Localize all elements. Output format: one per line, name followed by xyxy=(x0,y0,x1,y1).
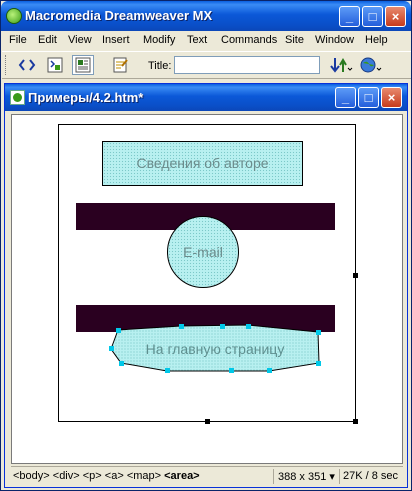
window-size-value: 388 x 351 xyxy=(278,471,327,483)
status-divider xyxy=(273,469,274,484)
menu-text[interactable]: Text xyxy=(187,34,207,46)
menu-commands[interactable]: Commands xyxy=(221,34,277,46)
close-button[interactable]: × xyxy=(385,6,406,27)
email-hotspot-label: E-mail xyxy=(183,244,223,260)
tag-body[interactable]: <body> xyxy=(13,470,50,482)
document-icon xyxy=(10,90,25,105)
doc-maximize-button[interactable]: □ xyxy=(358,87,379,108)
toolbar-grip[interactable] xyxy=(5,55,8,75)
tag-map[interactable]: <map> xyxy=(127,470,161,482)
email-hotspot[interactable]: E-mail xyxy=(167,216,239,288)
split-view-icon[interactable] xyxy=(44,55,66,75)
menu-insert[interactable]: Insert xyxy=(102,34,130,46)
chevron-down-icon: ▾ xyxy=(329,471,335,483)
preview-in-browser-icon[interactable] xyxy=(358,55,382,75)
menu-site[interactable]: Site xyxy=(285,34,304,46)
design-view-icon[interactable] xyxy=(72,55,94,75)
menu-bar: File Edit View Insert Modify Text Comman… xyxy=(2,31,411,50)
author-hotspot-label: Сведения об авторе xyxy=(136,155,269,171)
image-map[interactable]: Сведения об авторе E-mail На главную стр… xyxy=(58,124,358,424)
minimize-button[interactable]: _ xyxy=(339,6,360,27)
tag-area-current[interactable]: <area> xyxy=(164,470,199,482)
menu-window[interactable]: Window xyxy=(315,34,354,46)
app-title: Macromedia Dreamweaver MX xyxy=(25,8,213,23)
home-hotspot-label: На главную страницу xyxy=(145,341,285,357)
download-size: 27K / 8 sec xyxy=(343,470,399,482)
window-size-popup[interactable]: 388 x 351 ▾ xyxy=(278,470,335,483)
tag-selector[interactable]: <body> <div> <p> <a> <map> <area> xyxy=(13,470,200,482)
title-label: Title: xyxy=(148,60,172,72)
app-title-bar[interactable]: Macromedia Dreamweaver MX _ □ × xyxy=(1,1,411,31)
author-hotspot[interactable]: Сведения об авторе xyxy=(102,141,303,186)
menu-help[interactable]: Help xyxy=(365,34,388,46)
tag-div[interactable]: <div> xyxy=(53,470,80,482)
document-window: Примеры/4.2.htm* _ □ × Сведения об автор… xyxy=(4,83,408,488)
tag-p[interactable]: <p> xyxy=(83,470,102,482)
document-title: Примеры/4.2.htm* xyxy=(28,90,144,105)
page-properties-icon[interactable] xyxy=(109,55,131,75)
resize-handle-right[interactable] xyxy=(353,273,358,278)
home-hotspot[interactable]: На главную страницу xyxy=(109,324,321,376)
status-bar: <body> <div> <p> <a> <map> <area> 388 x … xyxy=(11,466,403,485)
doc-close-button[interactable]: × xyxy=(381,87,402,108)
maximize-button[interactable]: □ xyxy=(362,6,383,27)
document-title-bar[interactable]: Примеры/4.2.htm* _ □ × xyxy=(5,84,407,111)
tag-a[interactable]: <a> xyxy=(105,470,124,482)
menu-modify[interactable]: Modify xyxy=(143,34,175,46)
menu-file[interactable]: File xyxy=(9,34,27,46)
dreamweaver-icon xyxy=(6,8,22,24)
code-view-icon[interactable] xyxy=(16,55,38,75)
page-title-input[interactable] xyxy=(174,56,320,74)
doc-minimize-button[interactable]: _ xyxy=(335,87,356,108)
design-canvas[interactable]: Сведения об авторе E-mail На главную стр… xyxy=(11,114,403,464)
resize-handle-corner[interactable] xyxy=(353,419,358,424)
menu-edit[interactable]: Edit xyxy=(38,34,57,46)
status-divider xyxy=(339,469,340,484)
file-management-icon[interactable] xyxy=(328,55,353,75)
app-window: Macromedia Dreamweaver MX _ □ × File Edi… xyxy=(0,0,412,491)
resize-handle-bottom[interactable] xyxy=(205,419,210,424)
menu-view[interactable]: View xyxy=(68,34,92,46)
document-toolbar: Title: xyxy=(2,51,411,79)
